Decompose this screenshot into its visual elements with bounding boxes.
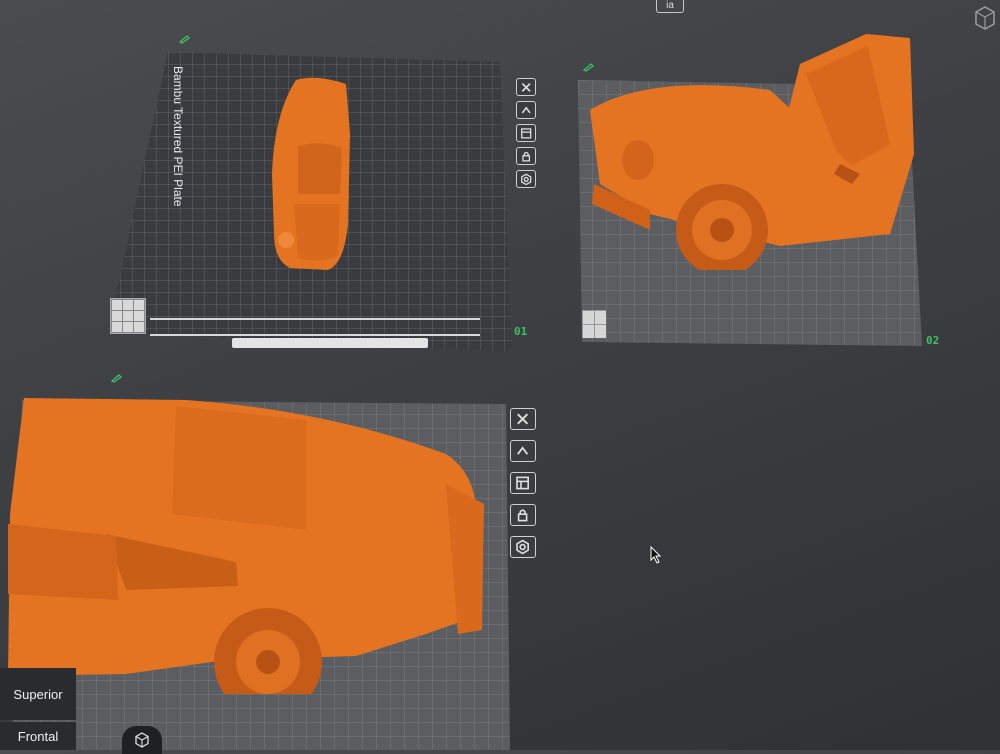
view-cube-icon xyxy=(135,732,149,748)
lock-icon[interactable] xyxy=(510,504,536,526)
settings-icon[interactable] xyxy=(516,170,536,188)
auto-orient-icon[interactable] xyxy=(510,440,536,462)
car-model-rear-view[interactable] xyxy=(6,394,490,694)
car-model-top-view[interactable] xyxy=(268,74,354,272)
arrange-icon[interactable] xyxy=(510,472,536,494)
view-frontal-button[interactable]: Frontal xyxy=(0,722,76,750)
plate-label-bar xyxy=(232,338,428,348)
plate-number-01: 01 xyxy=(514,325,528,338)
settings-icon[interactable] xyxy=(510,536,536,558)
view-frontal-label: Frontal xyxy=(17,728,59,744)
origin-marker xyxy=(582,310,606,338)
top-tab-label: ia xyxy=(666,0,674,11)
car-model-front-view[interactable] xyxy=(590,34,916,270)
plate-bottom-lines xyxy=(150,318,480,336)
arrange-icon[interactable] xyxy=(516,124,536,142)
plate-03-toolbar xyxy=(510,408,536,558)
edit-icon[interactable] xyxy=(110,373,124,383)
top-tab[interactable]: ia xyxy=(656,0,684,13)
close-icon[interactable] xyxy=(510,408,536,430)
mouse-cursor-icon xyxy=(650,546,662,564)
view-superior-button[interactable]: Superior xyxy=(0,668,76,720)
auto-orient-icon[interactable] xyxy=(516,101,536,119)
close-icon[interactable] xyxy=(516,78,536,96)
view-superior-label: Superior xyxy=(13,686,63,702)
edit-icon[interactable] xyxy=(178,34,192,44)
plate-number-02: 02 xyxy=(926,334,940,347)
plate-title: Bambu Textured PEI Plate xyxy=(171,66,185,207)
origin-marker xyxy=(110,298,146,334)
plate-01-toolbar xyxy=(516,78,536,188)
lock-icon[interactable] xyxy=(516,147,536,165)
view-cube-top-icon[interactable] xyxy=(972,4,998,32)
